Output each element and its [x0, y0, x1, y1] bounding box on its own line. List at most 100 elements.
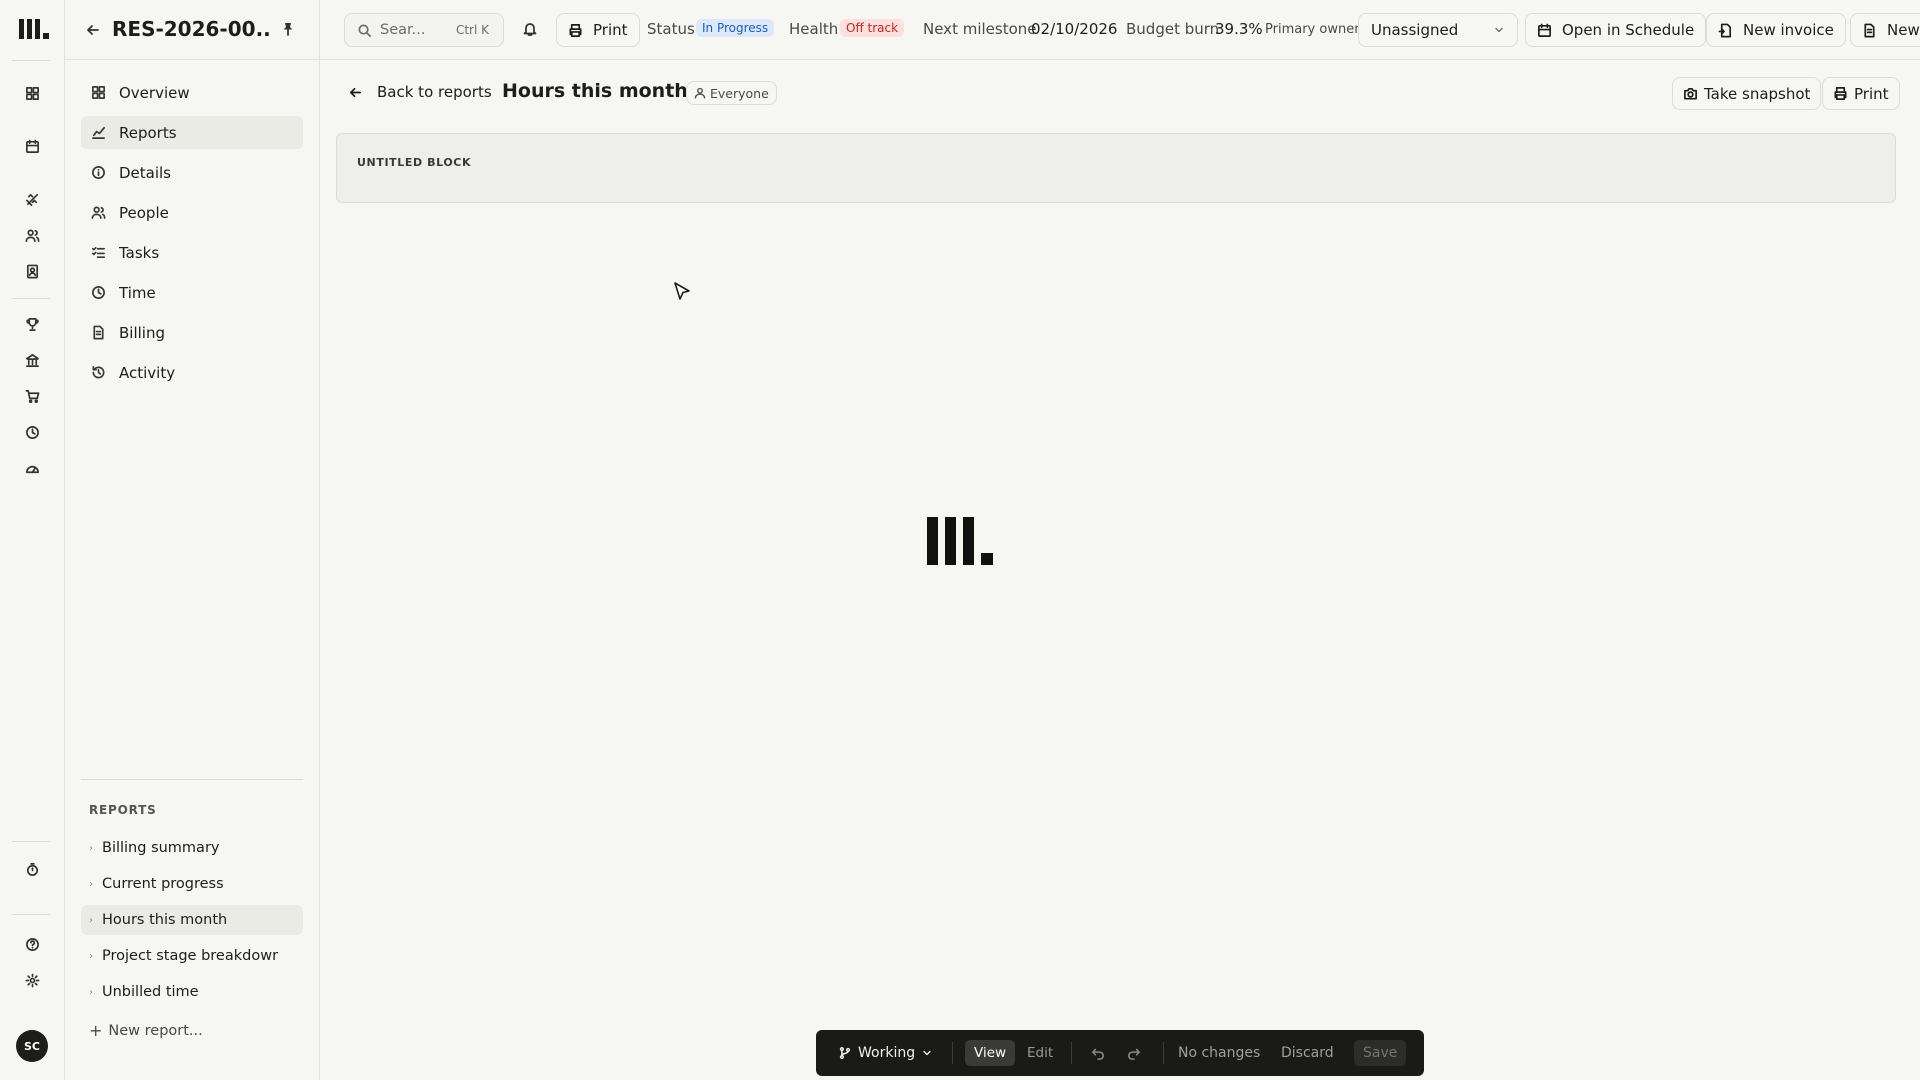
milestone-label: Next milestone	[923, 20, 1037, 38]
toolbar-divider	[1071, 1042, 1072, 1064]
calendar-icon[interactable]	[22, 136, 42, 156]
help-icon[interactable]	[22, 934, 42, 954]
new-report-button[interactable]: + New report...	[89, 1021, 203, 1040]
back-arrow-icon[interactable]	[85, 22, 101, 38]
branch-label: Working	[858, 1045, 916, 1061]
nav-label: Overview	[119, 83, 190, 102]
rail-divider	[12, 841, 50, 842]
rail-divider	[12, 914, 50, 915]
toolbar-divider	[952, 1042, 953, 1064]
report-item[interactable]: › Project stage breakdowr	[81, 941, 303, 971]
chevron-right-icon: ›	[89, 878, 93, 890]
reports-heading: REPORTS	[89, 803, 157, 817]
printer-icon	[1833, 86, 1854, 101]
sidebar-divider	[81, 779, 303, 780]
take-snapshot-button[interactable]: Take snapshot	[1672, 77, 1822, 110]
report-label: Billing summary	[102, 840, 220, 856]
bank-icon[interactable]	[22, 350, 42, 370]
nav-reports[interactable]: Reports	[81, 116, 303, 149]
nav-label: Billing	[119, 323, 165, 342]
chevron-right-icon: ›	[89, 842, 93, 854]
nav-overview[interactable]: Overview	[81, 76, 303, 109]
gauge-icon[interactable]	[22, 458, 42, 478]
settings-icon[interactable]	[22, 970, 42, 990]
new-invoice-label: New invoice	[1743, 21, 1834, 39]
invoice-icon	[1718, 23, 1743, 38]
nav-activity[interactable]: Activity	[81, 356, 303, 389]
report-label: Hours this month	[102, 912, 228, 928]
grid-icon	[91, 85, 119, 100]
undo-icon[interactable]	[1091, 1030, 1105, 1076]
camera-icon	[1683, 86, 1704, 101]
report-item[interactable]: › Current progress	[81, 869, 303, 899]
avatar[interactable]: SC	[16, 1030, 48, 1062]
open-schedule-label: Open in Schedule	[1562, 21, 1695, 39]
print-button[interactable]: Print	[556, 13, 640, 47]
save-button[interactable]: Save	[1354, 1040, 1407, 1066]
report-label: Project stage breakdowr	[102, 948, 279, 964]
bell-icon[interactable]	[522, 21, 538, 37]
edit-mode-button[interactable]: Edit	[1018, 1040, 1062, 1066]
search-input[interactable]: Sear... Ctrl K	[344, 13, 504, 47]
back-to-reports-link[interactable]: Back to reports	[348, 83, 492, 101]
editor-toolbar: Working View Edit No changes Discard Sav…	[816, 1030, 1424, 1076]
report-label: Unbilled time	[102, 984, 199, 1000]
report-label: Current progress	[102, 876, 224, 892]
new-document-button[interactable]: New	[1850, 13, 1920, 47]
user-icon	[694, 87, 710, 99]
projects-icon[interactable]	[22, 189, 42, 209]
open-schedule-button[interactable]: Open in Schedule	[1525, 13, 1707, 47]
report-item[interactable]: › Unbilled time	[81, 977, 303, 1007]
calendar-icon	[1537, 23, 1562, 38]
nav-details[interactable]: Details	[81, 156, 303, 189]
report-block[interactable]: UNTITLED BLOCK	[336, 133, 1896, 203]
app-logo[interactable]	[19, 18, 49, 40]
block-label: UNTITLED BLOCK	[357, 156, 472, 169]
people-icon[interactable]	[22, 225, 42, 245]
search-placeholder: Sear...	[380, 22, 426, 38]
rail-divider	[12, 298, 50, 299]
report-item[interactable]: › Billing summary	[81, 833, 303, 863]
redo-icon[interactable]	[1127, 1030, 1141, 1076]
view-mode-button[interactable]: View	[965, 1040, 1016, 1066]
nav-label: Reports	[119, 123, 177, 142]
rail-divider	[12, 60, 50, 61]
tasks-icon	[91, 245, 119, 260]
toolbar-divider	[1163, 1042, 1164, 1064]
new-document-label: New	[1887, 21, 1920, 39]
milestone-value: 02/10/2026	[1031, 20, 1118, 38]
nav-label: Tasks	[119, 243, 160, 262]
owner-label: Primary owner	[1265, 22, 1360, 37]
nav-time[interactable]: Time	[81, 276, 303, 309]
document-icon	[1862, 23, 1887, 38]
new-invoice-button[interactable]: New invoice	[1706, 13, 1846, 47]
page-print-label: Print	[1854, 84, 1889, 103]
status-badge: In Progress	[696, 19, 775, 37]
trophy-icon[interactable]	[22, 314, 42, 334]
nav-people[interactable]: People	[81, 196, 303, 229]
dashboard-icon[interactable]	[22, 83, 42, 103]
mouse-cursor-icon	[673, 281, 693, 305]
info-icon	[91, 165, 119, 180]
clock-icon[interactable]	[22, 422, 42, 442]
chevron-right-icon: ›	[89, 986, 93, 998]
nav-billing[interactable]: Billing	[81, 316, 303, 349]
cart-icon[interactable]	[22, 386, 42, 406]
pin-icon[interactable]	[280, 21, 296, 37]
nav-tasks[interactable]: Tasks	[81, 236, 303, 269]
health-label: Health	[789, 20, 839, 38]
audience-pill[interactable]: Everyone	[686, 81, 777, 105]
project-sidebar: RES-2026-00... Overview Reports Details …	[65, 0, 320, 1080]
report-item-active[interactable]: › Hours this month	[81, 905, 303, 935]
page-print-button[interactable]: Print	[1822, 77, 1900, 110]
top-bar: Sear... Ctrl K Print Status In Progress …	[320, 0, 1920, 60]
discard-button[interactable]: Discard	[1281, 1030, 1334, 1076]
owner-select[interactable]: Unassigned	[1358, 13, 1518, 47]
chart-icon	[91, 125, 119, 140]
icon-rail: SC	[0, 0, 65, 1080]
timer-icon[interactable]	[22, 859, 42, 879]
health-badge: Off track	[840, 19, 905, 37]
nav-label: Details	[119, 163, 172, 182]
contacts-icon[interactable]	[22, 261, 42, 281]
branch-selector[interactable]: Working	[838, 1030, 933, 1076]
